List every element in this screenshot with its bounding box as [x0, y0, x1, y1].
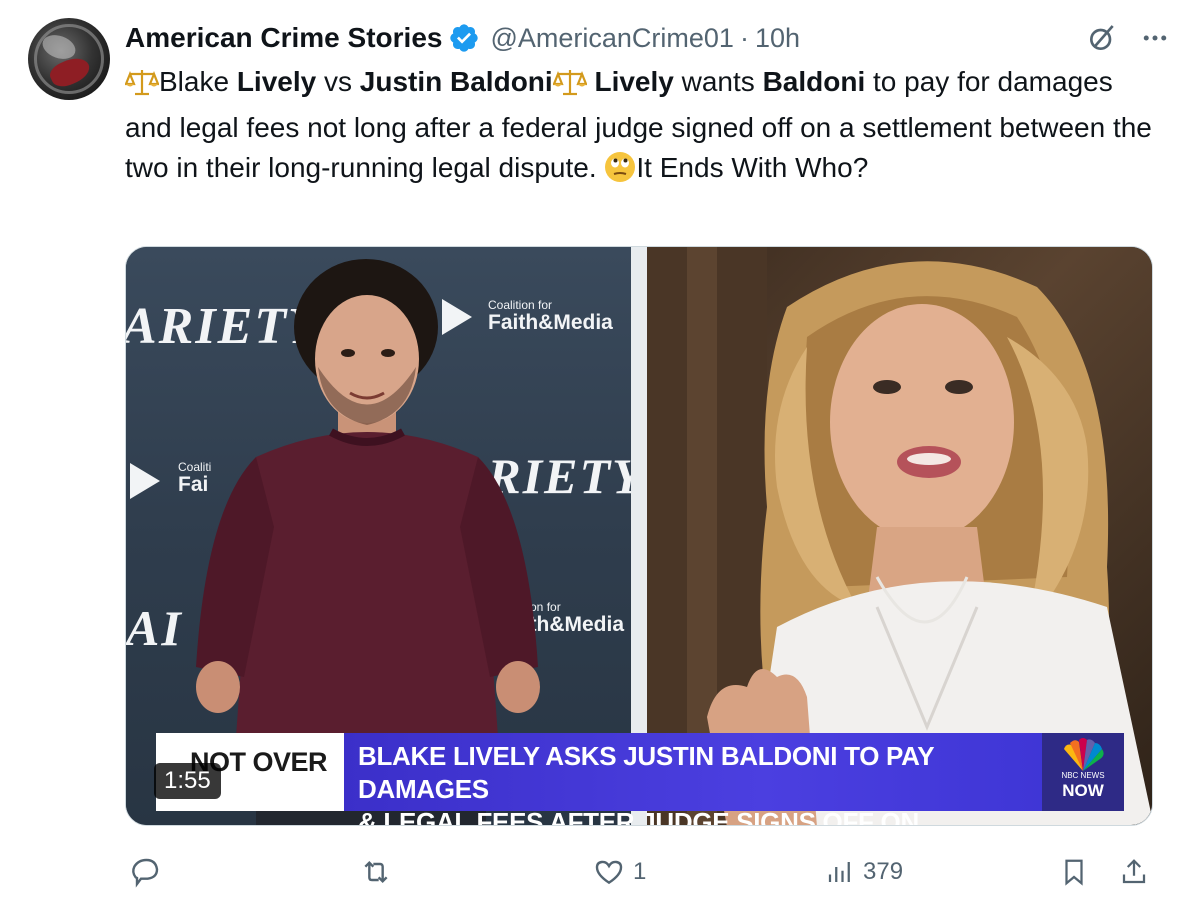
- tweet-text-part: wants: [673, 66, 763, 97]
- headline-line-2: & LEGAL FEES AFTER JUDGE SIGNS OFF ON SE…: [358, 807, 919, 826]
- reply-icon: [129, 856, 161, 888]
- header-separator: ·: [739, 22, 749, 53]
- bookmark-icon: [1059, 856, 1089, 888]
- bookmark-button[interactable]: [1059, 850, 1089, 894]
- repost-button[interactable]: [359, 850, 401, 894]
- nbc-news-label: NBC NEWS: [1061, 771, 1105, 780]
- share-icon: [1119, 856, 1149, 888]
- tweet-text-bold: Baldoni: [762, 66, 866, 97]
- tweet-header: American Crime Stories @AmericanCrime01 …: [125, 20, 800, 56]
- more-options-icon[interactable]: [1140, 23, 1170, 53]
- share-button[interactable]: [1119, 850, 1149, 894]
- repost-icon: [359, 856, 393, 888]
- tweet-text-part: vs: [316, 66, 360, 97]
- headline-line-1: BLAKE LIVELY ASKS JUSTIN BALDONI TO PAY …: [358, 741, 934, 804]
- tweet-text-part: Blake: [159, 66, 237, 97]
- tweet[interactable]: American Crime Stories @AmericanCrime01 …: [0, 0, 1200, 917]
- scales-icon: [552, 67, 588, 108]
- nbc-news-now-logo: NBC NEWS NOW: [1042, 733, 1124, 811]
- peacock-icon: [1064, 738, 1104, 771]
- video-duration: 1:55: [154, 763, 221, 799]
- like-button[interactable]: 1: [593, 850, 646, 894]
- heart-icon: [593, 856, 625, 888]
- verified-badge-icon: [448, 22, 480, 54]
- tweet-text: Blake Lively vs Justin Baldoni Lively wa…: [124, 62, 1155, 194]
- scales-icon: [124, 67, 160, 108]
- author-handle[interactable]: @AmericanCrime01: [490, 23, 733, 54]
- tweet-text-bold: Lively: [594, 66, 674, 97]
- lower-third-headline: BLAKE LIVELY ASKS JUSTIN BALDONI TO PAY …: [344, 733, 1042, 825]
- tweet-text-bold: Justin Baldoni: [359, 66, 553, 97]
- tweet-action-bar: 1 379: [125, 850, 1155, 894]
- views-button[interactable]: 379: [825, 850, 903, 894]
- like-count: 1: [633, 858, 647, 885]
- views-chart-icon: [825, 857, 855, 887]
- views-count: 379: [863, 858, 904, 885]
- author-name[interactable]: American Crime Stories: [125, 22, 442, 54]
- now-label: NOW: [1062, 781, 1104, 800]
- avatar[interactable]: [28, 18, 110, 100]
- grok-icon[interactable]: [1086, 22, 1118, 54]
- tweet-text-bold: Lively: [236, 66, 317, 97]
- reply-button[interactable]: [129, 850, 169, 894]
- video-player[interactable]: ARIETY Coalition for Faith&Media Coaliti…: [125, 246, 1153, 826]
- tweet-top-actions: [1086, 22, 1170, 54]
- eye-roll-emoji-icon: [604, 151, 636, 194]
- tweet-time[interactable]: 10h: [755, 23, 800, 54]
- tweet-text-part: It Ends With Who?: [636, 152, 869, 183]
- news-lower-third: NOT OVER BLAKE LIVELY ASKS JUSTIN BALDON…: [156, 733, 1124, 825]
